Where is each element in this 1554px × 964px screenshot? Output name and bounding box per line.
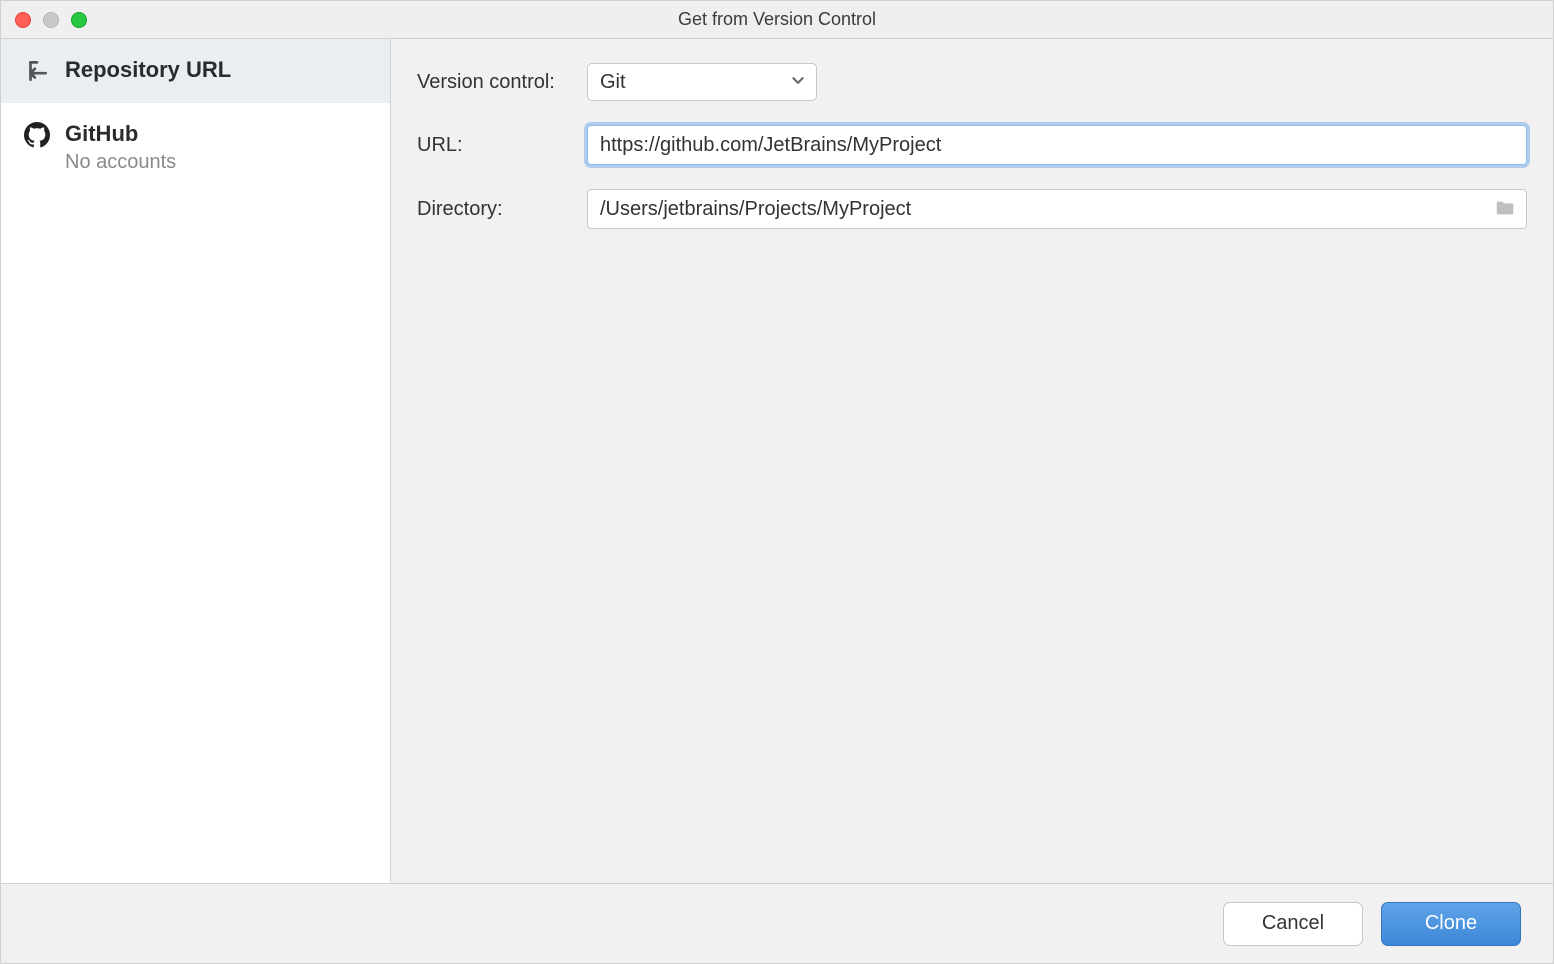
- window-controls: [1, 12, 87, 28]
- url-label: URL:: [417, 134, 587, 157]
- browse-directory-button[interactable]: [1491, 195, 1519, 223]
- repository-url-icon: [23, 57, 51, 85]
- sidebar-item-label: GitHub: [65, 121, 176, 147]
- directory-row: Directory:: [417, 189, 1527, 229]
- dialog-footer: Cancel Clone: [1, 883, 1553, 963]
- window-title: Get from Version Control: [1, 9, 1553, 30]
- url-row: URL:: [417, 125, 1527, 165]
- github-icon: [23, 121, 51, 149]
- cancel-button[interactable]: Cancel: [1223, 902, 1363, 946]
- main-panel: Version control: URL: Directory:: [391, 39, 1553, 883]
- url-input[interactable]: [587, 125, 1527, 165]
- sidebar-item-github[interactable]: GitHub No accounts: [1, 103, 390, 192]
- version-control-select-wrap: [587, 63, 817, 101]
- sidebar-item-label: Repository URL: [65, 57, 231, 83]
- sidebar: Repository URL GitHub No accounts: [1, 39, 391, 883]
- version-control-row: Version control:: [417, 63, 1527, 101]
- dialog-body: Repository URL GitHub No accounts Versio…: [1, 39, 1553, 883]
- version-control-label: Version control:: [417, 71, 587, 94]
- titlebar: Get from Version Control: [1, 1, 1553, 39]
- version-control-select[interactable]: [587, 63, 817, 101]
- directory-input[interactable]: [587, 189, 1527, 229]
- close-window-button[interactable]: [15, 12, 31, 28]
- dialog-window: Get from Version Control Repository URL: [0, 0, 1554, 964]
- directory-label: Directory:: [417, 198, 587, 221]
- maximize-window-button[interactable]: [71, 12, 87, 28]
- clone-button[interactable]: Clone: [1381, 902, 1521, 946]
- url-input-wrap: [587, 125, 1527, 165]
- minimize-window-button[interactable]: [43, 12, 59, 28]
- folder-icon: [1494, 197, 1516, 222]
- sidebar-item-repository-url[interactable]: Repository URL: [1, 39, 390, 103]
- directory-input-wrap: [587, 189, 1527, 229]
- sidebar-item-sublabel: No accounts: [65, 151, 176, 174]
